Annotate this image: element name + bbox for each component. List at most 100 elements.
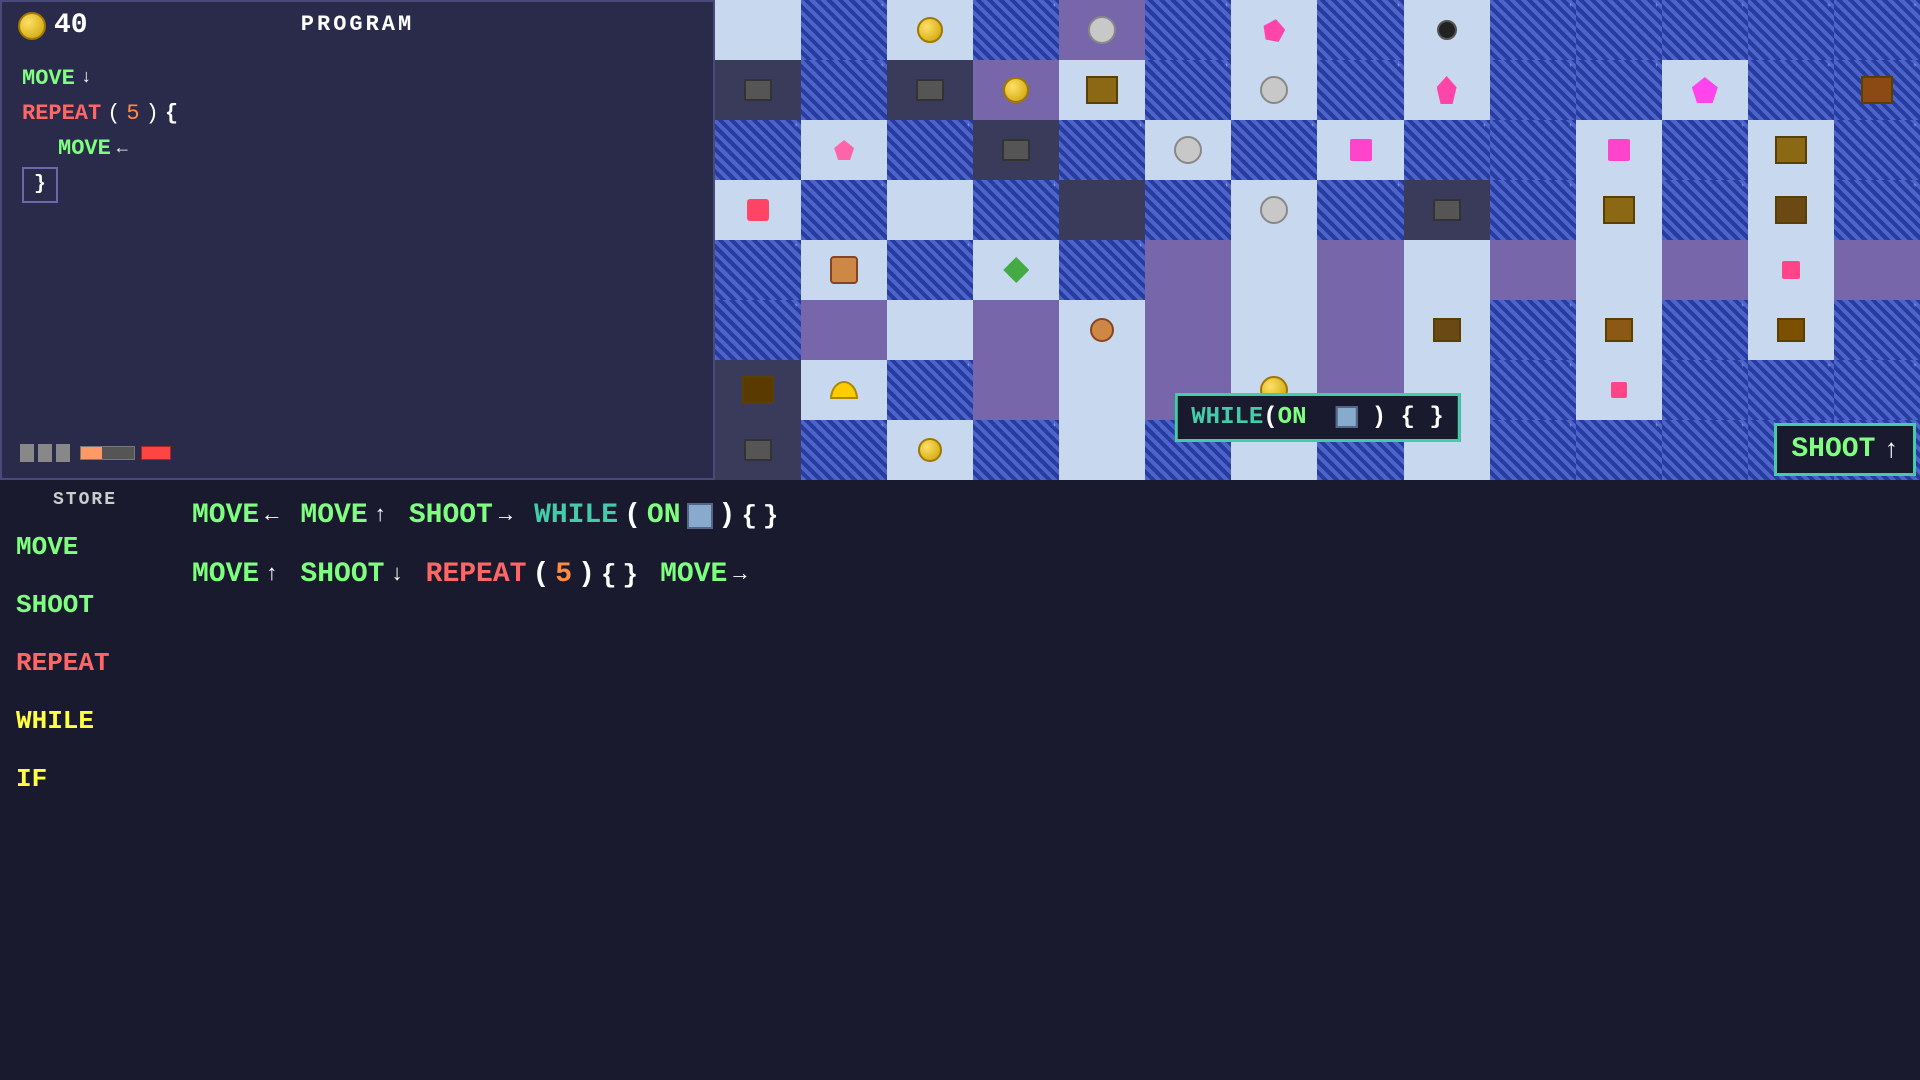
cell-3-7 bbox=[1317, 180, 1403, 240]
cell-6-0 bbox=[715, 360, 801, 420]
game-grid: WHILE(ON ) { } SHOOT ↑ bbox=[715, 0, 1920, 480]
cell-5-6 bbox=[1231, 300, 1317, 360]
shelf-shoot-right[interactable]: SHOOT → bbox=[407, 496, 514, 535]
cell-2-6 bbox=[1231, 120, 1317, 180]
while-popup[interactable]: WHILE(ON ) { } bbox=[1174, 393, 1460, 442]
program-panel: 40 PROGRAM MOVE ↓ REPEAT ( 5 ) { MOVE ← bbox=[0, 0, 715, 480]
cell-2-13 bbox=[1834, 120, 1920, 180]
cell-3-4 bbox=[1059, 180, 1145, 240]
while-popup-content: WHILE(ON ) { } bbox=[1191, 404, 1443, 431]
store-item-if[interactable]: IF bbox=[0, 750, 170, 808]
code-move-2: MOVE bbox=[58, 131, 111, 166]
store-item-while[interactable]: WHILE bbox=[0, 692, 170, 750]
shoot-popup[interactable]: SHOOT ↑ bbox=[1774, 423, 1916, 476]
cell-6-1 bbox=[801, 360, 887, 420]
cell-2-9 bbox=[1490, 120, 1576, 180]
shelf-while-on[interactable]: WHILE ( ON ) { } bbox=[532, 496, 780, 535]
cell-2-4 bbox=[1059, 120, 1145, 180]
cell-7-11 bbox=[1662, 420, 1748, 480]
cell-2-0 bbox=[715, 120, 801, 180]
store-item-shoot[interactable]: SHOOT bbox=[0, 576, 170, 634]
cell-4-7 bbox=[1317, 240, 1403, 300]
cell-3-8 bbox=[1404, 180, 1490, 240]
store-item-move[interactable]: MOVE bbox=[0, 518, 170, 576]
cell-0-13 bbox=[1834, 0, 1920, 60]
shelf-shoot-down[interactable]: SHOOT ↓ bbox=[298, 555, 405, 594]
cell-1-2 bbox=[887, 60, 973, 120]
pause-icon[interactable] bbox=[20, 444, 34, 462]
code-line-3: MOVE ← bbox=[22, 131, 693, 166]
cell-6-2 bbox=[887, 360, 973, 420]
cell-0-4 bbox=[1059, 0, 1145, 60]
cell-3-9 bbox=[1490, 180, 1576, 240]
cell-7-3 bbox=[973, 420, 1059, 480]
cell-3-3 bbox=[973, 180, 1059, 240]
cell-6-11 bbox=[1662, 360, 1748, 420]
cell-1-8 bbox=[1404, 60, 1490, 120]
skip-icon[interactable] bbox=[38, 444, 52, 462]
cell-1-7 bbox=[1317, 60, 1403, 120]
cell-0-2 bbox=[887, 0, 973, 60]
progress-bar-container bbox=[80, 446, 135, 460]
store-sidebar: STORE MOVE SHOOT REPEAT WHILE IF bbox=[0, 480, 170, 1080]
shelf-move-right[interactable]: MOVE → bbox=[658, 555, 748, 594]
cell-3-0 bbox=[715, 180, 801, 240]
on-kw: ON bbox=[1278, 404, 1307, 431]
cell-1-9 bbox=[1490, 60, 1576, 120]
cell-7-2 bbox=[887, 420, 973, 480]
code-paren-open: ( bbox=[107, 96, 120, 131]
cell-4-6 bbox=[1231, 240, 1317, 300]
stop-icon[interactable] bbox=[56, 444, 70, 462]
store-item-repeat[interactable]: REPEAT bbox=[0, 634, 170, 692]
cell-4-11 bbox=[1662, 240, 1748, 300]
cell-5-8 bbox=[1404, 300, 1490, 360]
cell-0-0 bbox=[715, 0, 801, 60]
program-code-area: MOVE ↓ REPEAT ( 5 ) { MOVE ← } bbox=[2, 49, 713, 215]
cell-1-4 bbox=[1059, 60, 1145, 120]
cell-4-4 bbox=[1059, 240, 1145, 300]
cell-4-0 bbox=[715, 240, 801, 300]
shelf-move-up[interactable]: MOVE ↑ bbox=[298, 496, 388, 535]
cell-2-8 bbox=[1404, 120, 1490, 180]
cell-0-5 bbox=[1145, 0, 1231, 60]
cell-0-6 bbox=[1231, 0, 1317, 60]
coin-icon bbox=[18, 12, 46, 40]
speed-indicator bbox=[141, 446, 171, 460]
cell-0-3 bbox=[973, 0, 1059, 60]
shelf-move-up-2[interactable]: MOVE ↑ bbox=[190, 555, 280, 594]
cell-3-6 bbox=[1231, 180, 1317, 240]
cell-2-12 bbox=[1748, 120, 1834, 180]
cell-5-5 bbox=[1145, 300, 1231, 360]
cell-4-8 bbox=[1404, 240, 1490, 300]
shelf-move-left[interactable]: MOVE ← bbox=[190, 496, 280, 535]
cell-3-11 bbox=[1662, 180, 1748, 240]
cell-5-2 bbox=[887, 300, 973, 360]
code-line-2: REPEAT ( 5 ) { bbox=[22, 96, 693, 131]
cell-0-7 bbox=[1317, 0, 1403, 60]
shoot-popup-label: SHOOT bbox=[1791, 434, 1875, 465]
shelf-repeat-5[interactable]: REPEAT ( 5 ) { } bbox=[424, 555, 640, 594]
cell-2-10 bbox=[1576, 120, 1662, 180]
cell-5-12 bbox=[1748, 300, 1834, 360]
cell-1-13 bbox=[1834, 60, 1920, 120]
cell-1-12 bbox=[1748, 60, 1834, 120]
cell-7-1 bbox=[801, 420, 887, 480]
cell-1-0 bbox=[715, 60, 801, 120]
cell-5-3 bbox=[973, 300, 1059, 360]
shelf-row-2: MOVE ↑ SHOOT ↓ REPEAT ( 5 ) { } MOVE → bbox=[190, 555, 1900, 594]
shelf-row-1: MOVE ← MOVE ↑ SHOOT → WHILE ( ON ) { } bbox=[190, 496, 1900, 535]
program-title: PROGRAM bbox=[301, 12, 414, 37]
close-brace-box[interactable]: } bbox=[22, 167, 58, 203]
code-brace-open: { bbox=[165, 96, 178, 131]
cell-0-9 bbox=[1490, 0, 1576, 60]
cell-6-3 bbox=[973, 360, 1059, 420]
cell-7-0 bbox=[715, 420, 801, 480]
code-line-1: MOVE ↓ bbox=[22, 61, 693, 96]
cell-4-10 bbox=[1576, 240, 1662, 300]
code-arrow-1: ↓ bbox=[81, 64, 92, 93]
cell-2-11 bbox=[1662, 120, 1748, 180]
cell-1-11 bbox=[1662, 60, 1748, 120]
cell-5-4 bbox=[1059, 300, 1145, 360]
progress-area bbox=[16, 442, 171, 464]
cell-1-3 bbox=[973, 60, 1059, 120]
